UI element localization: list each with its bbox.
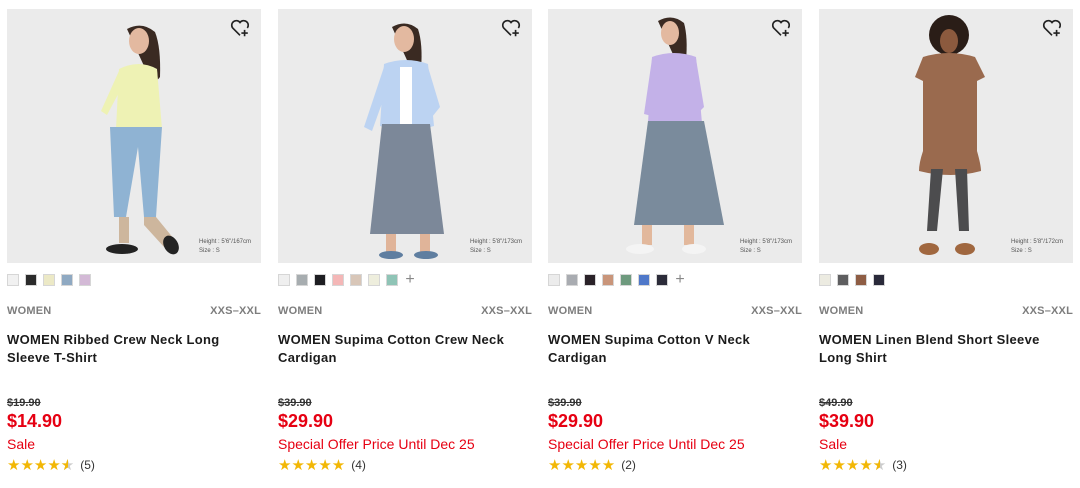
model-size-note: Height : 5'8"/172cm Size : S bbox=[1011, 239, 1063, 254]
color-swatches: + bbox=[548, 272, 686, 288]
color-swatch[interactable] bbox=[548, 274, 560, 286]
color-swatch[interactable] bbox=[332, 274, 344, 286]
promo-flag: Sale bbox=[7, 436, 36, 452]
color-swatch[interactable] bbox=[314, 274, 326, 286]
color-swatch[interactable] bbox=[566, 274, 578, 286]
product-image[interactable]: Height : 5'8"/173cm Size : S bbox=[278, 9, 532, 263]
sale-price: $39.90 bbox=[819, 411, 875, 431]
category-label: WOMEN bbox=[278, 305, 323, 317]
product-image[interactable]: Height : 5'8"/173cm Size : S bbox=[548, 9, 802, 263]
product-name[interactable]: WOMEN Linen Blend Short Sleeve Long Shir… bbox=[819, 331, 1073, 367]
model-size-note: Height : 5'8"/173cm Size : S bbox=[470, 239, 522, 254]
star-rating-icon: ★★★★★ bbox=[7, 456, 74, 474]
color-swatch[interactable] bbox=[278, 274, 290, 286]
rating[interactable]: ★★★★★ (3) bbox=[819, 456, 907, 474]
color-swatches bbox=[7, 274, 91, 286]
color-swatch[interactable] bbox=[584, 274, 596, 286]
star-rating-icon: ★★★★★ bbox=[278, 457, 346, 474]
model-size-note: Height : 5'6"/167cm Size : S bbox=[199, 239, 251, 254]
category-label: WOMEN bbox=[7, 305, 52, 317]
color-swatch[interactable] bbox=[7, 274, 19, 286]
model-photo bbox=[7, 9, 261, 263]
category-label: WOMEN bbox=[548, 305, 593, 317]
product-image[interactable]: Height : 5'6"/167cm Size : S bbox=[7, 9, 261, 263]
original-price: $19.90 bbox=[7, 397, 41, 409]
product-meta: WOMEN XXS–XXL bbox=[7, 305, 261, 317]
model-photo bbox=[278, 9, 532, 263]
promo-flag: Special Offer Price Until Dec 25 bbox=[278, 436, 475, 452]
model-photo bbox=[548, 9, 802, 263]
review-count: (2) bbox=[621, 458, 636, 472]
heart-plus-icon[interactable] bbox=[229, 17, 251, 39]
size-range: XXS–XXL bbox=[210, 305, 261, 317]
color-swatch[interactable] bbox=[350, 274, 362, 286]
rating[interactable]: ★★★★★ (2) bbox=[548, 456, 636, 474]
color-swatch[interactable] bbox=[368, 274, 380, 286]
size-range: XXS–XXL bbox=[481, 305, 532, 317]
color-swatch[interactable] bbox=[819, 274, 831, 286]
model-photo bbox=[819, 9, 1073, 263]
model-size-note: Height : 5'8"/173cm Size : S bbox=[740, 239, 792, 254]
star-rating-icon: ★★★★★ bbox=[548, 457, 616, 474]
category-label: WOMEN bbox=[819, 305, 864, 317]
sale-price: $29.90 bbox=[278, 411, 334, 431]
color-swatches bbox=[819, 274, 885, 286]
product-meta: WOMEN XXS–XXL bbox=[278, 305, 532, 317]
product-card[interactable]: Height : 5'8"/173cm Size : S + WOMEN XXS–… bbox=[278, 0, 532, 488]
product-meta: WOMEN XXS–XXL bbox=[548, 305, 802, 317]
color-swatch[interactable] bbox=[602, 274, 614, 286]
product-image[interactable]: Height : 5'8"/172cm Size : S bbox=[819, 9, 1073, 263]
more-colors-icon[interactable]: + bbox=[404, 272, 416, 288]
review-count: (4) bbox=[351, 458, 366, 472]
promo-flag: Special Offer Price Until Dec 25 bbox=[548, 436, 745, 452]
color-swatch[interactable] bbox=[79, 274, 91, 286]
product-name[interactable]: WOMEN Supima Cotton V Neck Cardigan bbox=[548, 331, 802, 367]
color-swatch[interactable] bbox=[296, 274, 308, 286]
color-swatch[interactable] bbox=[855, 274, 867, 286]
color-swatch[interactable] bbox=[837, 274, 849, 286]
color-swatch[interactable] bbox=[873, 274, 885, 286]
color-swatches: + bbox=[278, 272, 416, 288]
original-price: $49.90 bbox=[819, 397, 853, 409]
rating[interactable]: ★★★★★ (4) bbox=[278, 456, 366, 474]
heart-plus-icon[interactable] bbox=[770, 17, 792, 39]
color-swatch[interactable] bbox=[638, 274, 650, 286]
color-swatch[interactable] bbox=[25, 274, 37, 286]
product-card[interactable]: Height : 5'6"/167cm Size : S WOMEN XXS–XX… bbox=[7, 0, 261, 488]
color-swatch[interactable] bbox=[656, 274, 668, 286]
review-count: (5) bbox=[80, 458, 95, 472]
promo-flag: Sale bbox=[819, 436, 848, 452]
product-card[interactable]: Height : 5'8"/173cm Size : S + WOMEN XXS–… bbox=[548, 0, 802, 488]
product-name[interactable]: WOMEN Ribbed Crew Neck Long Sleeve T-Shi… bbox=[7, 331, 261, 367]
star-rating-icon: ★★★★★ bbox=[819, 456, 886, 474]
color-swatch[interactable] bbox=[386, 274, 398, 286]
product-name[interactable]: WOMEN Supima Cotton Crew Neck Cardigan bbox=[278, 331, 532, 367]
size-range: XXS–XXL bbox=[751, 305, 802, 317]
rating[interactable]: ★★★★★ (5) bbox=[7, 456, 95, 474]
original-price: $39.90 bbox=[548, 397, 582, 409]
product-meta: WOMEN XXS–XXL bbox=[819, 305, 1073, 317]
color-swatch[interactable] bbox=[620, 274, 632, 286]
more-colors-icon[interactable]: + bbox=[674, 272, 686, 288]
sale-price: $29.90 bbox=[548, 411, 604, 431]
product-card[interactable]: Height : 5'8"/172cm Size : S WOMEN XXS–XX… bbox=[819, 0, 1073, 488]
color-swatch[interactable] bbox=[43, 274, 55, 286]
size-range: XXS–XXL bbox=[1022, 305, 1073, 317]
review-count: (3) bbox=[892, 458, 907, 472]
heart-plus-icon[interactable] bbox=[1041, 17, 1063, 39]
color-swatch[interactable] bbox=[61, 274, 73, 286]
sale-price: $14.90 bbox=[7, 411, 63, 431]
heart-plus-icon[interactable] bbox=[500, 17, 522, 39]
original-price: $39.90 bbox=[278, 397, 312, 409]
